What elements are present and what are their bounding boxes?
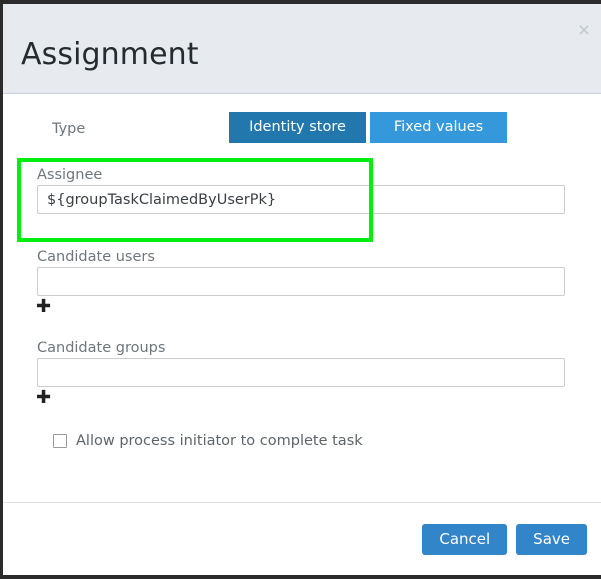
type-row: Type Identity store Fixed values: [3, 112, 601, 148]
assignee-label: Assignee: [37, 167, 103, 183]
assignee-input[interactable]: [37, 185, 565, 214]
allow-initiator-checkbox[interactable]: [53, 434, 67, 448]
dialog-body: Type Identity store Fixed values Assignee…: [3, 95, 601, 502]
candidate-groups-input[interactable]: [37, 358, 565, 387]
type-button-group: Identity store Fixed values: [229, 112, 507, 143]
dialog-header: Assignment ×: [3, 4, 601, 94]
add-candidate-group-plus-icon[interactable]: ✚: [36, 389, 52, 407]
candidate-users-input[interactable]: [37, 267, 565, 296]
assignment-dialog: Assignment × Type Identity store Fixed va…: [3, 4, 601, 575]
candidate-groups-field-block: Candidate groups ✚: [3, 338, 601, 407]
dialog-footer: Cancel Save: [3, 502, 601, 575]
page-title: Assignment: [21, 37, 199, 72]
type-label: Type: [52, 121, 86, 137]
allow-initiator-label: Allow process initiator to complete task: [76, 433, 363, 449]
add-candidate-user-plus-icon[interactable]: ✚: [36, 298, 52, 316]
candidate-groups-label: Candidate groups: [37, 340, 166, 356]
allow-initiator-row: Allow process initiator to complete task: [3, 430, 601, 452]
save-button[interactable]: Save: [516, 524, 587, 555]
close-icon[interactable]: ×: [573, 20, 595, 42]
candidate-users-field-block: Candidate users ✚: [3, 247, 601, 316]
assignee-field-block: Assignee: [3, 165, 601, 214]
tab-fixed-values[interactable]: Fixed values: [370, 112, 507, 143]
cancel-button[interactable]: Cancel: [422, 524, 508, 555]
footer-button-group: Cancel Save: [422, 524, 587, 555]
tab-identity-store[interactable]: Identity store: [229, 112, 366, 143]
candidate-users-label: Candidate users: [37, 249, 155, 265]
